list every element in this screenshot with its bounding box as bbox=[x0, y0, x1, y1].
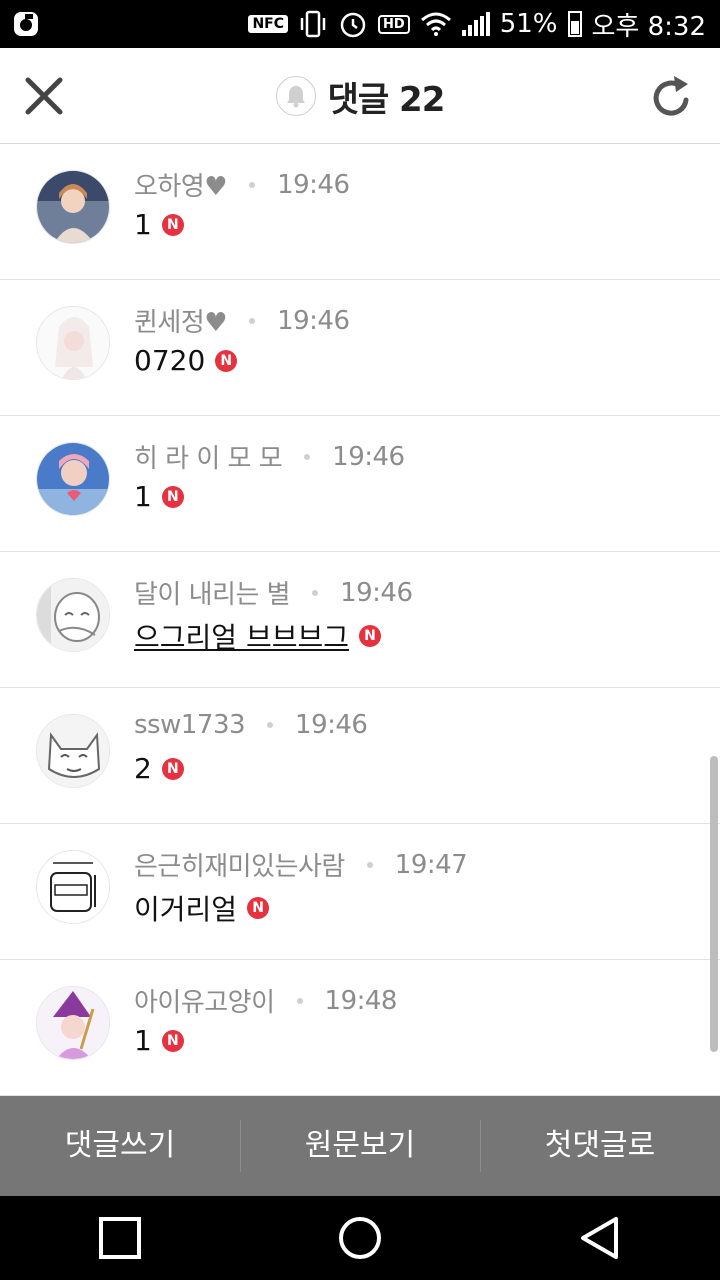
comment-item[interactable]: 달이 내리는 별 19:46 으그리얼 브브브그 N bbox=[0, 552, 720, 688]
new-badge: N bbox=[358, 625, 381, 647]
action-bar: 댓글쓰기 원문보기 첫댓글로 bbox=[0, 1096, 720, 1196]
separator-dot bbox=[249, 181, 256, 188]
alarm-icon bbox=[340, 12, 366, 38]
scrollbar[interactable] bbox=[710, 756, 718, 1052]
comment-author[interactable]: 히 라 이 모 모 bbox=[134, 438, 283, 475]
comment-author[interactable]: 퀸세정♥ bbox=[134, 302, 228, 339]
hd-badge: HD bbox=[378, 14, 410, 34]
navigation-bar bbox=[0, 1196, 720, 1280]
header: 댓글 22 bbox=[0, 48, 720, 144]
comment-item[interactable]: 히 라 이 모 모 19:46 1 N bbox=[0, 416, 720, 552]
comment-text: 1 bbox=[134, 208, 152, 241]
comment-text: 2 bbox=[134, 752, 152, 785]
comment-author[interactable]: ssw1733 bbox=[134, 710, 246, 740]
circle-icon bbox=[339, 1217, 381, 1259]
comment-body: 0720 N bbox=[134, 344, 238, 377]
separator-dot bbox=[304, 453, 311, 460]
separator-dot bbox=[366, 861, 373, 868]
comment-meta: 오하영♥ 19:46 bbox=[134, 166, 350, 203]
notification-toggle[interactable] bbox=[275, 76, 316, 116]
avatar[interactable] bbox=[36, 306, 110, 380]
write-comment-button[interactable]: 댓글쓰기 bbox=[0, 1096, 240, 1196]
comment-time: 19:46 bbox=[277, 305, 350, 336]
avatar[interactable] bbox=[36, 986, 110, 1060]
comment-time: 19:46 bbox=[295, 710, 368, 740]
separator-dot bbox=[312, 589, 319, 596]
new-badge: N bbox=[161, 1029, 184, 1052]
comment-time: 19:46 bbox=[277, 169, 350, 200]
comment-meta: 은근히재미있는사람 19:47 bbox=[134, 846, 468, 883]
comment-text: 0720 bbox=[134, 344, 206, 377]
comment-body: 이거리얼 N bbox=[134, 888, 270, 928]
signal-icon bbox=[461, 12, 490, 36]
comment-time: 19:47 bbox=[394, 849, 468, 880]
comment-author[interactable]: 은근히재미있는사람 bbox=[134, 846, 345, 883]
battery-percent: 51% bbox=[499, 9, 558, 39]
comment-meta: 달이 내리는 별 19:46 bbox=[134, 574, 413, 611]
new-badge: N bbox=[161, 485, 184, 508]
back-button[interactable] bbox=[570, 1208, 630, 1268]
home-button[interactable] bbox=[330, 1208, 390, 1268]
separator-dot bbox=[249, 317, 256, 324]
comment-item[interactable]: 오하영♥ 19:46 1 N bbox=[0, 144, 720, 280]
comment-text: 1 bbox=[134, 1024, 152, 1057]
comment-body: 1 N bbox=[134, 208, 184, 241]
comment-meta: 아이유고양이 19:48 bbox=[134, 982, 397, 1019]
new-badge: N bbox=[161, 213, 184, 236]
avatar[interactable] bbox=[36, 850, 110, 924]
new-badge: N bbox=[215, 349, 238, 372]
comment-author[interactable]: 오하영♥ bbox=[134, 166, 228, 203]
comment-body: 1 N bbox=[134, 1024, 184, 1057]
comment-meta: 퀸세정♥ 19:46 bbox=[134, 302, 350, 339]
carrier-icon bbox=[14, 12, 38, 36]
comment-body: 1 N bbox=[134, 480, 184, 513]
comment-text: 이거리얼 bbox=[134, 893, 238, 926]
comment-text: 1 bbox=[134, 480, 152, 513]
nfc-badge: NFC bbox=[248, 15, 289, 33]
square-icon bbox=[99, 1217, 141, 1259]
back-triangle-icon bbox=[581, 1217, 618, 1259]
comment-time: 19:46 bbox=[340, 577, 413, 608]
comment-list: 오하영♥ 19:46 1 N 퀸세정♥ 19:46 0720 N 히 라 이 모… bbox=[0, 144, 720, 1096]
comment-text-link[interactable]: 으그리얼 브브브그 bbox=[134, 616, 349, 656]
refresh-button[interactable] bbox=[646, 70, 698, 122]
new-badge: N bbox=[247, 897, 270, 919]
comment-author[interactable]: 아이유고양이 bbox=[134, 982, 275, 1019]
view-original-button[interactable]: 원문보기 bbox=[240, 1096, 480, 1196]
comment-item[interactable]: 퀸세정♥ 19:46 0720 N bbox=[0, 280, 720, 416]
wifi-icon bbox=[420, 12, 451, 36]
comment-item[interactable]: 은근히재미있는사람 19:47 이거리얼 N bbox=[0, 824, 720, 960]
new-badge: N bbox=[161, 757, 184, 780]
comment-item[interactable]: 아이유고양이 19:48 1 N bbox=[0, 960, 720, 1096]
comment-body: 으그리얼 브브브그 N bbox=[134, 616, 381, 656]
avatar[interactable] bbox=[36, 578, 110, 652]
title-area: 댓글 22 bbox=[0, 48, 720, 144]
comment-item[interactable]: ssw1733 19:46 2 N bbox=[0, 688, 720, 824]
clock: 오후 8:32 bbox=[591, 11, 707, 42]
separator-dot bbox=[267, 722, 274, 728]
avatar[interactable] bbox=[36, 714, 110, 788]
comment-author[interactable]: 달이 내리는 별 bbox=[134, 574, 291, 611]
recent-apps-button[interactable] bbox=[90, 1208, 150, 1268]
comment-body: 2 N bbox=[134, 752, 184, 785]
comment-meta: 히 라 이 모 모 19:46 bbox=[134, 438, 405, 475]
page-title: 댓글 22 bbox=[327, 79, 446, 120]
comment-time: 19:46 bbox=[332, 441, 405, 472]
refresh-icon bbox=[653, 76, 689, 116]
battery-icon bbox=[567, 11, 582, 37]
comment-meta: ssw1733 19:46 bbox=[134, 710, 368, 740]
avatar[interactable] bbox=[36, 170, 110, 244]
separator-dot bbox=[296, 997, 303, 1004]
status-bar: NFC HD 51% 오후 8:32 bbox=[0, 0, 720, 48]
comment-time: 19:48 bbox=[324, 985, 398, 1016]
first-comment-button[interactable]: 첫댓글로 bbox=[480, 1096, 720, 1196]
bell-icon bbox=[286, 86, 305, 108]
vibrate-icon bbox=[300, 10, 326, 38]
avatar[interactable] bbox=[36, 442, 110, 516]
